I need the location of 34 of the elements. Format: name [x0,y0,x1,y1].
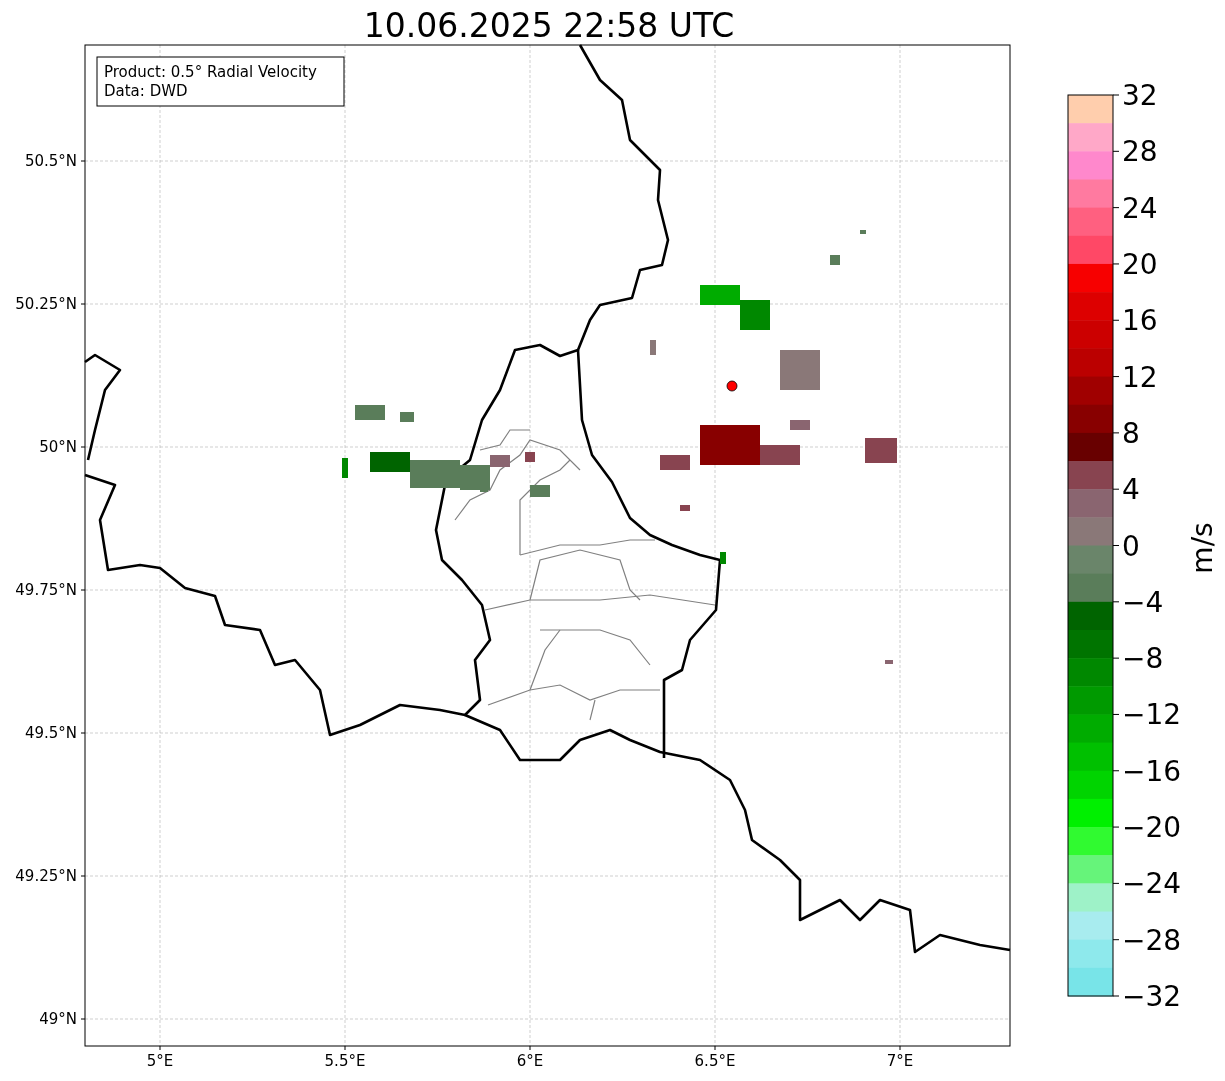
colorbar-label: −28 [1122,923,1182,957]
colorbar-label: 0 [1122,529,1140,563]
colorbar-label: −20 [1122,811,1182,845]
colorbar-label: 28 [1122,135,1158,169]
latitude-label: 49.5°N [24,724,77,742]
legend-text: Data: DWD [104,82,188,100]
colorbar-label: 4 [1122,473,1140,507]
radar-site-icon [726,380,738,392]
latitude-label: 50.25°N [15,295,77,313]
longitude-label: 5.5°E [324,1052,366,1070]
colorbar-label: 16 [1122,304,1158,338]
latitude-label: 50.5°N [24,152,77,170]
colorbar-label: −32 [1122,980,1182,1013]
longitude-label: 6°E [516,1052,544,1070]
longitude-label: 7°E [886,1052,914,1070]
colorbar-label: −4 [1122,585,1164,619]
colorbar-label: −8 [1122,642,1164,676]
colorbar-label: 32 [1122,79,1158,112]
latitude-label: 49°N [39,1010,77,1028]
latitude-label: 50°N [39,438,77,456]
colorbar-label: 24 [1122,191,1158,225]
latitude-label: 49.25°N [15,867,77,885]
longitude-label: 6.5°E [694,1052,736,1070]
colorbar-title: m/s [1186,522,1219,574]
longitude-label: 5°E [146,1052,174,1070]
colorbar-label: −24 [1122,867,1182,901]
colorbar-label: 8 [1122,416,1140,450]
legend-text: Product: 0.5° Radial Velocity [104,63,317,81]
colorbar-label: 12 [1122,360,1158,394]
colorbar-label: −16 [1122,754,1182,788]
colorbar-label: 20 [1122,247,1158,281]
latitude-label: 49.75°N [15,581,77,599]
chart-title: 10.06.2025 22:58 UTC [363,6,735,45]
colorbar-label: −12 [1122,698,1182,732]
